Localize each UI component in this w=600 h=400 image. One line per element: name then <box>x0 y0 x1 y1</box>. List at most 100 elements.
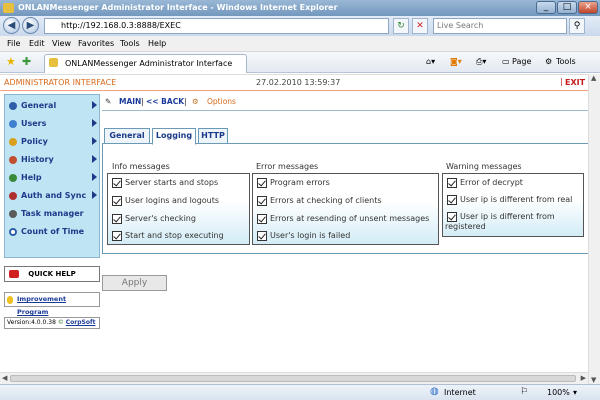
sidebar-item-help[interactable]: Help <box>7 169 99 186</box>
page-menu[interactable]: Page <box>512 57 531 66</box>
checkbox[interactable] <box>112 196 122 206</box>
window-titlebar: ONLANMessenger Administrator Interface -… <box>0 0 600 16</box>
option-label: Errors at resending of unsent messages <box>270 214 430 223</box>
menu-help[interactable]: Help <box>148 39 166 48</box>
checkbox[interactable] <box>447 178 457 188</box>
add-favorite-icon[interactable]: ✚ <box>22 55 31 68</box>
users-icon <box>9 120 17 128</box>
arrow-right-icon <box>92 191 97 199</box>
sidebar-item-policy[interactable]: Policy <box>7 133 99 150</box>
url-text: http://192.168.0.3:8888/EXEC <box>61 21 181 30</box>
tab-http[interactable]: HTTP <box>198 128 228 144</box>
checkbox[interactable] <box>112 178 122 188</box>
breadcrumb: ✎ MAIN | << BACK | ⚙ Options <box>102 95 402 109</box>
zoom-level[interactable]: 100% <box>547 388 570 397</box>
print-icon[interactable]: ⎙▾ <box>476 57 486 67</box>
sidebar-item-label: Users <box>21 119 47 128</box>
sidebar-item-label: General <box>21 101 57 110</box>
zoom-dropdown-icon[interactable]: ▾ <box>573 388 577 397</box>
sidebar-item-general[interactable]: General <box>7 97 99 114</box>
sidebar-item-label: Count of Time <box>21 227 85 236</box>
corpsoft-link[interactable]: CorpSoft <box>66 319 96 326</box>
sidebar-item-task-manager[interactable]: Task manager <box>7 205 99 222</box>
sidebar-item-label: Policy <box>21 137 48 146</box>
history-icon <box>9 156 17 164</box>
checkbox[interactable] <box>257 214 267 224</box>
refresh-icon[interactable]: ↻ <box>393 18 409 34</box>
vertical-scrollbar[interactable]: ▲ ▼ <box>588 74 600 384</box>
quick-help-label: QUICK HELP <box>28 270 76 278</box>
zone-text: Internet <box>444 388 476 397</box>
tab-general[interactable]: General <box>104 128 150 144</box>
version-box: Version:4.0.0.38 © CorpSoft <box>4 317 100 329</box>
sidebar-item-label: Auth and Sync <box>21 191 87 200</box>
back-link[interactable]: << BACK <box>146 97 184 106</box>
checkbox[interactable] <box>112 231 122 241</box>
search-icon[interactable]: ⚲ <box>569 18 585 34</box>
sidebar-item-auth-sync[interactable]: Auth and Sync <box>7 187 99 204</box>
checkbox[interactable] <box>112 214 122 224</box>
main-icon: ✎ <box>105 97 112 106</box>
checkbox[interactable] <box>257 178 267 188</box>
improvement-program-link[interactable]: Improvement Program <box>4 292 100 316</box>
menu-tools[interactable]: Tools <box>120 39 140 48</box>
feeds-icon[interactable]: ◙▾ <box>450 57 462 66</box>
sidebar-item-history[interactable]: History <box>7 151 99 168</box>
option-label: Program errors <box>270 178 330 187</box>
tab-logging[interactable]: Logging <box>152 128 196 145</box>
checkbox[interactable] <box>447 195 457 205</box>
tools-gear-icon: ⚙ <box>545 57 553 66</box>
sidebar-item-count-of-time[interactable]: Count of Time <box>7 223 99 240</box>
error-messages-title: Error messages <box>256 162 319 171</box>
nav-separator: | <box>184 97 187 106</box>
close-window-button[interactable]: × <box>578 1 598 14</box>
datetime: 27.02.2010 13:59:37 <box>256 78 341 87</box>
checkbox[interactable] <box>257 231 267 241</box>
tools-menu[interactable]: Tools <box>556 57 576 66</box>
tab-title: ONLANMessenger Administrator Interface <box>65 59 233 68</box>
options-icon: ⚙ <box>192 97 199 106</box>
address-input[interactable]: http://192.168.0.3:8888/EXEC <box>44 18 389 34</box>
version-text: Version:4.0.0.38 <box>7 319 56 326</box>
error-messages-group: Program errors Errors at checking of cli… <box>252 173 439 245</box>
improvement-label: Improvement Program <box>17 295 67 316</box>
browser-tab[interactable]: ONLANMessenger Administrator Interface <box>44 54 247 73</box>
sidebar-item-label: Task manager <box>21 209 84 218</box>
app-title: ADMINISTRATOR INTERFACE <box>4 78 117 87</box>
maximize-button[interactable]: □ <box>557 1 577 14</box>
back-button[interactable]: ◀ <box>3 17 20 34</box>
stop-icon[interactable]: ✕ <box>412 18 428 34</box>
exit-link[interactable]: EXIT <box>565 78 585 87</box>
menu-view[interactable]: View <box>52 39 71 48</box>
sidebar-item-label: Help <box>21 173 42 182</box>
menu-file[interactable]: File <box>7 39 20 48</box>
app-icon <box>3 3 14 13</box>
protected-mode-icon[interactable]: ⚐ <box>520 387 528 397</box>
menu-favorites[interactable]: Favorites <box>78 39 114 48</box>
scroll-down-icon[interactable]: ▼ <box>591 376 596 384</box>
arrow-right-icon <box>92 137 97 145</box>
favorites-star-icon[interactable]: ★ <box>6 55 16 68</box>
apply-button[interactable]: Apply <box>102 275 167 291</box>
scroll-right-icon[interactable]: ▶ <box>581 374 586 382</box>
home-icon[interactable]: ⌂▾ <box>426 57 435 66</box>
checkbox[interactable] <box>257 196 267 206</box>
forward-button[interactable]: ▶ <box>22 17 39 34</box>
sidebar-item-users[interactable]: Users <box>7 115 99 132</box>
scroll-thumb[interactable] <box>10 375 576 382</box>
main-link[interactable]: MAIN <box>119 97 141 106</box>
scroll-up-icon[interactable]: ▲ <box>591 74 596 82</box>
quick-help-button[interactable]: QUICK HELP <box>4 266 100 282</box>
auth-sync-icon <box>9 192 17 200</box>
general-icon <box>9 102 17 110</box>
scroll-left-icon[interactable]: ◀ <box>2 374 7 382</box>
search-input[interactable]: Live Search <box>433 18 567 34</box>
menu-edit[interactable]: Edit <box>29 39 45 48</box>
options-label: Options <box>207 97 236 106</box>
option-label: User's login is failed <box>270 231 351 240</box>
minimize-button[interactable]: _ <box>536 1 556 14</box>
horizontal-scrollbar[interactable]: ◀ ▶ <box>0 372 588 384</box>
task-manager-icon <box>9 210 17 218</box>
info-messages-title: Info messages <box>112 162 170 171</box>
menu-bar: File Edit View Favorites Tools Help <box>0 36 600 52</box>
